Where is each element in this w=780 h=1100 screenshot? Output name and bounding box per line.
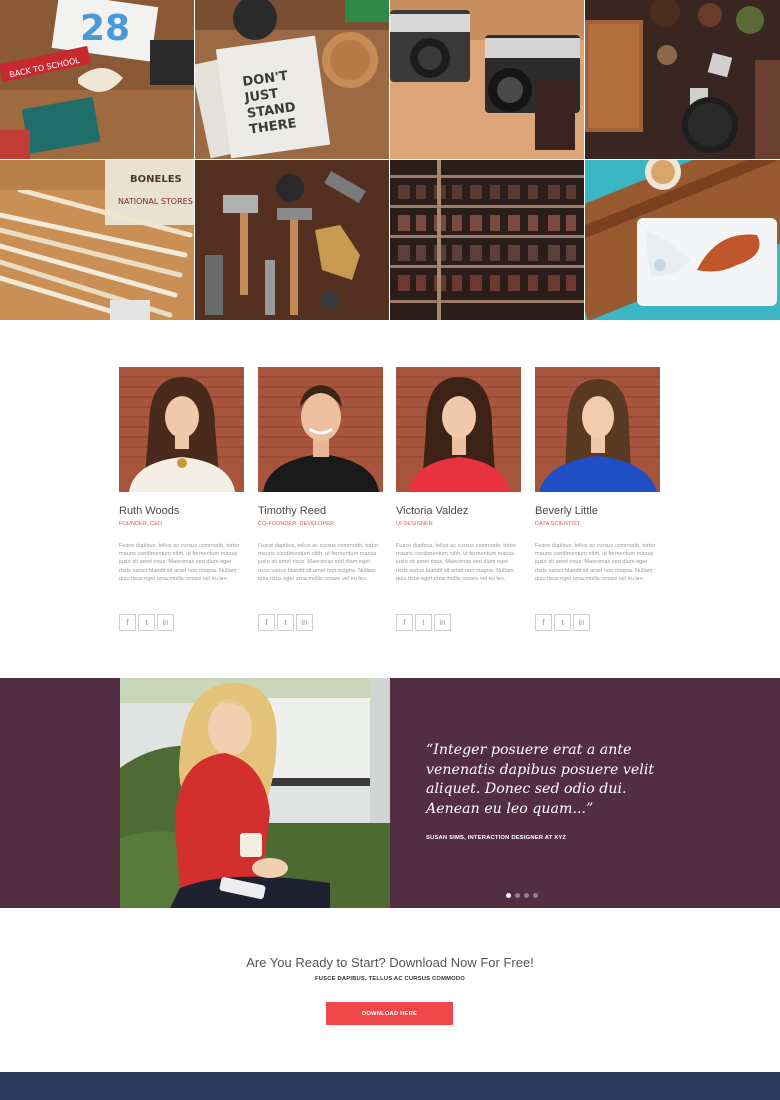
download-button[interactable]: DOWNLOAD HERE [326, 1002, 453, 1025]
svg-text:NATIONAL STORES: NATIONAL STORES [118, 197, 193, 206]
team-member-role: CO-FOUNDER, DEVELOPER [258, 521, 335, 527]
testimonial-section: “Integer posuere erat a ante venenatis d… [0, 678, 780, 908]
linkedin-icon[interactable]: in [157, 614, 174, 631]
social-links: f t in [396, 614, 451, 631]
team-member-card: Timothy Reed CO-FOUNDER, DEVELOPER Fusce… [258, 367, 383, 631]
slider-dot[interactable] [533, 893, 538, 898]
team-member-photo [119, 367, 244, 492]
team-member-photo [535, 367, 660, 492]
team-member-photo [396, 367, 521, 492]
linkedin-icon[interactable]: in [296, 614, 313, 631]
team-member-role: DATA SCIENTIST [535, 521, 581, 527]
footer-bar [0, 1072, 780, 1100]
slider-dots [506, 893, 538, 898]
testimonial-author: SUSAN SIMS, INTERACTION DESIGNER AT XYZ [426, 835, 567, 841]
team-member-role: UI DESIGNER [396, 521, 433, 527]
gallery-photo-kitchen[interactable] [585, 0, 780, 159]
testimonial-quote: “Integer posuere erat a ante venenatis d… [426, 742, 655, 817]
facebook-icon[interactable]: f [119, 614, 136, 631]
gallery-photo-food[interactable] [585, 160, 780, 320]
gallery-photo-pencils[interactable]: BONELES NATIONAL STORES [0, 160, 194, 320]
team-member-name: Timothy Reed [258, 505, 327, 517]
team-member-card: Beverly Little DATA SCIENTIST Fusce dapi… [535, 367, 660, 631]
gallery-photo-tools[interactable] [195, 160, 389, 320]
social-links: f t in [119, 614, 174, 631]
testimonial-photo [120, 678, 390, 908]
slider-dot[interactable] [506, 893, 511, 898]
pencils-text: BONELES [130, 174, 182, 185]
team-member-bio: Fusce dapibus, tellus ac cursus commodo,… [258, 543, 379, 582]
facebook-icon[interactable]: f [396, 614, 413, 631]
team-member-photo [258, 367, 383, 492]
slider-dot[interactable] [515, 893, 520, 898]
linkedin-icon[interactable]: in [434, 614, 451, 631]
photo-gallery: 28 BACK TO SCHOOL DON'T JUST STAND THERE [0, 0, 780, 320]
team-member-name: Beverly Little [535, 505, 598, 517]
svg-text:28: 28 [80, 8, 130, 49]
twitter-icon[interactable]: t [277, 614, 294, 631]
team-member-name: Ruth Woods [119, 505, 180, 517]
cta-title: Are You Ready to Start? Download Now For… [246, 955, 534, 970]
team-member-role: FOUNDER, CEO [119, 521, 163, 527]
social-links: f t in [535, 614, 590, 631]
gallery-photo-notebook[interactable]: DON'T JUST STAND THERE [195, 0, 389, 159]
twitter-icon[interactable]: t [138, 614, 155, 631]
gallery-photo-cameras[interactable] [390, 0, 584, 159]
gallery-photo-stationery[interactable]: 28 BACK TO SCHOOL [0, 0, 194, 159]
team-section: Ruth Woods FOUNDER, CEO Fusce dapibus, t… [119, 367, 660, 637]
team-member-card: Victoria Valdez UI DESIGNER Fusce dapibu… [396, 367, 521, 631]
facebook-icon[interactable]: f [258, 614, 275, 631]
team-member-bio: Fusce dapibus, tellus ac cursus commodo,… [535, 543, 656, 582]
team-member-bio: Fusce dapibus, tellus ac cursus commodo,… [396, 543, 517, 582]
facebook-icon[interactable]: f [535, 614, 552, 631]
cta-subtitle: FUSCE DAPIBUS, TELLUS AC CURSUS COMMODO [315, 976, 465, 982]
gallery-photo-letterpress[interactable] [390, 160, 584, 320]
twitter-icon[interactable]: t [415, 614, 432, 631]
twitter-icon[interactable]: t [554, 614, 571, 631]
team-member-bio: Fusce dapibus, tellus ac cursus commodo,… [119, 543, 240, 582]
linkedin-icon[interactable]: in [573, 614, 590, 631]
slider-dot[interactable] [524, 893, 529, 898]
team-member-card: Ruth Woods FOUNDER, CEO Fusce dapibus, t… [119, 367, 244, 631]
team-member-name: Victoria Valdez [396, 505, 469, 517]
social-links: f t in [258, 614, 313, 631]
